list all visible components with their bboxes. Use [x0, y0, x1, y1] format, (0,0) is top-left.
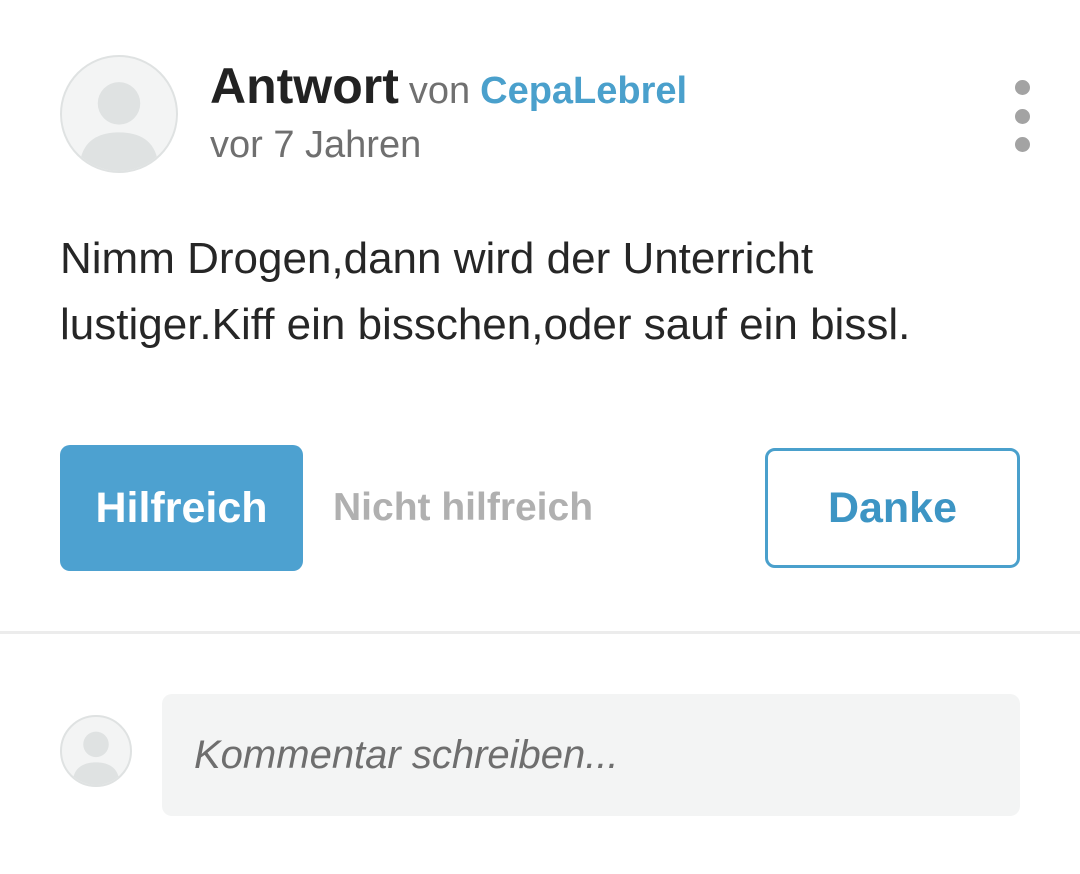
- answer-body: Nimm Drogen,dann wird der Unterricht lus…: [60, 234, 911, 349]
- not-helpful-button[interactable]: Nicht hilfreich: [333, 478, 593, 538]
- current-user-avatar: [60, 715, 132, 787]
- divider: [0, 631, 1080, 634]
- by-label: von: [408, 70, 471, 112]
- more-vertical-icon: [1014, 80, 1030, 95]
- helpful-button[interactable]: Hilfreich: [60, 445, 303, 571]
- answer-label: Antwort: [210, 58, 399, 114]
- default-user-avatar-icon: [79, 82, 159, 171]
- comment-input[interactable]: [162, 694, 1020, 816]
- answer-card: Antwort von CepaLebrel vor 7 Jahren Nimm D…: [0, 0, 1080, 632]
- more-vertical-icon-dot: [1014, 137, 1030, 152]
- default-user-avatar-icon: [72, 731, 120, 785]
- answer-timestamp: vor 7 Jahren: [210, 124, 422, 166]
- author-avatar[interactable]: [60, 55, 178, 173]
- more-vertical-icon-dot: [1014, 108, 1030, 124]
- more-options-button[interactable]: [1002, 80, 1042, 152]
- thanks-button[interactable]: Danke: [765, 448, 1020, 568]
- answer-header: Antwort von CepaLebrel: [210, 56, 687, 129]
- author-link[interactable]: CepaLebrel: [480, 70, 687, 112]
